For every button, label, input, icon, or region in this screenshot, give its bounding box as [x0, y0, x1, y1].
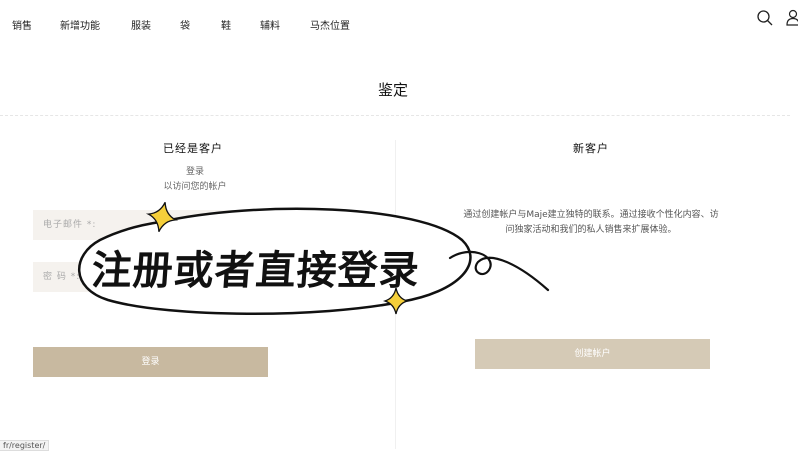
nav-item-clothing[interactable]: 服装 — [131, 17, 151, 32]
user-icon[interactable] — [786, 9, 798, 27]
login-description: 以访问您的帐户 — [163, 182, 227, 192]
nav-item-bags[interactable]: 袋 — [180, 17, 190, 32]
password-input[interactable] — [43, 262, 258, 292]
password-field[interactable] — [33, 262, 268, 292]
top-navigation: 销售 新增功能 服装 袋 鞋 辅料 马杰位置 — [0, 0, 798, 48]
nav-item-sale[interactable]: 销售 — [12, 17, 32, 32]
overlay-swirl — [448, 250, 550, 292]
search-icon[interactable] — [756, 9, 774, 27]
email-input[interactable] — [43, 210, 258, 240]
create-account-button[interactable]: 创建帐户 — [475, 339, 710, 369]
sparkle-icon — [382, 287, 410, 315]
status-url: fr/register/ — [0, 440, 50, 451]
login-button[interactable]: 登录 — [33, 347, 268, 377]
nav-item-store-locator[interactable]: 马杰位置 — [310, 17, 350, 32]
new-customer-title: 新客户 — [573, 142, 609, 155]
nav-item-shoes[interactable]: 鞋 — [221, 17, 231, 32]
email-field[interactable] — [33, 210, 268, 240]
new-customer-description: 通过创建帐户与Maje建立独特的联系。通过接收个性化内容、访问独家活动和我们的私… — [463, 210, 719, 235]
column-divider — [395, 140, 396, 449]
page-title: 鉴定 — [377, 81, 408, 99]
existing-customer-title: 已经是客户 — [163, 142, 223, 155]
title-divider — [0, 115, 790, 116]
nav-item-accessories[interactable]: 辅料 — [260, 17, 280, 32]
login-subtitle: 登录 — [185, 167, 204, 177]
nav-item-new[interactable]: 新增功能 — [60, 17, 100, 32]
